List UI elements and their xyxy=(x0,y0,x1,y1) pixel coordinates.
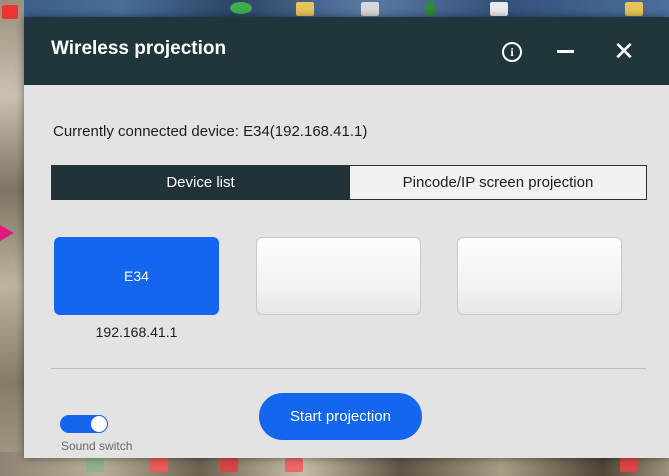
desktop-icon xyxy=(220,458,238,472)
desktop-icon xyxy=(620,458,638,472)
minimize-button[interactable] xyxy=(550,36,580,66)
desktop-icon xyxy=(490,2,508,16)
info-icon: i xyxy=(502,42,522,62)
sound-switch-toggle[interactable] xyxy=(60,415,108,433)
device-ip-label: 192.168.41.1 xyxy=(95,324,178,340)
desktop-icon xyxy=(150,458,168,472)
divider xyxy=(51,368,646,369)
desktop-icon xyxy=(86,458,104,472)
wireless-projection-dialog: Wireless projection i ✕ Currently connec… xyxy=(24,17,669,458)
desktop-icon xyxy=(425,2,435,16)
close-button[interactable]: ✕ xyxy=(609,36,639,66)
device-card-empty[interactable] xyxy=(256,237,421,315)
minimize-icon xyxy=(556,50,574,53)
desktop-icon xyxy=(2,5,18,19)
desktop-icon xyxy=(361,2,379,16)
device-card-empty[interactable] xyxy=(457,237,622,315)
desktop-icon xyxy=(625,2,643,16)
window-title: Wireless projection xyxy=(51,38,227,59)
tab-bar: Device list Pincode/IP screen projection xyxy=(51,165,647,200)
start-projection-button[interactable]: Start projection xyxy=(259,393,422,440)
pointer-arrow-icon xyxy=(0,225,14,241)
sound-switch-label: Sound switch xyxy=(61,439,133,453)
connected-device-status: Currently connected device: E34(192.168.… xyxy=(53,123,368,140)
desktop-icon xyxy=(296,2,314,16)
close-icon: ✕ xyxy=(613,36,635,66)
info-button[interactable]: i xyxy=(497,36,527,66)
tab-device-list[interactable]: Device list xyxy=(52,166,349,199)
toggle-knob xyxy=(91,416,107,432)
tab-pincode-ip-projection[interactable]: Pincode/IP screen projection xyxy=(349,166,646,199)
desktop-icon xyxy=(230,2,252,14)
device-card-selected[interactable]: E34 xyxy=(54,237,219,315)
desktop-icon xyxy=(285,458,303,472)
title-bar: Wireless projection i ✕ xyxy=(24,17,669,85)
